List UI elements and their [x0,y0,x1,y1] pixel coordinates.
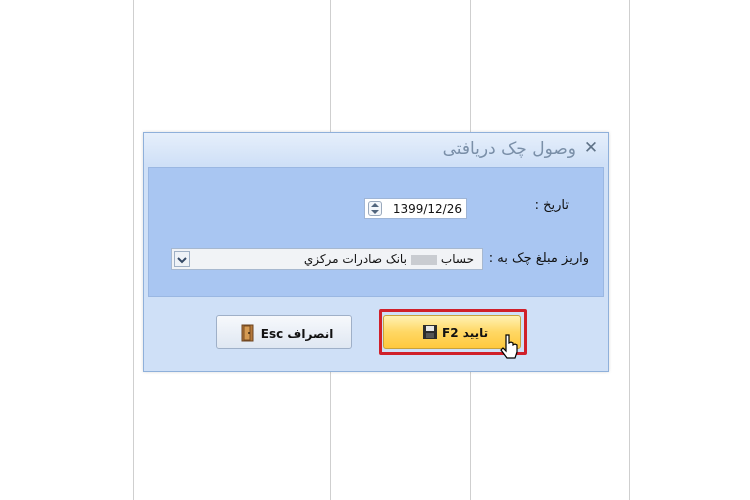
background-gridline [133,0,134,500]
calendar-spin-icon[interactable] [368,201,382,216]
deposit-value-prefix: حساب [440,252,474,266]
deposit-label: واریز مبلغ چک به : [488,251,589,266]
deposit-account-select[interactable]: حساب بانک صادرات مرکزي [171,248,483,270]
cancel-button-label: انصراف Esc [260,327,334,341]
deposit-account-value: حساب بانک صادرات مرکزي [304,252,474,266]
cancel-button[interactable]: انصراف Esc [216,315,352,349]
date-field[interactable]: 1399/12/26 [364,198,467,219]
date-label: تاریخ : [534,198,569,213]
mouse-cursor-icon [498,333,522,369]
dialog-footer: انصراف Esc تاييد F2 [144,299,608,371]
background-gridline [629,0,630,500]
dropdown-arrow-icon[interactable] [174,251,190,267]
close-icon[interactable]: ✕ [582,138,600,158]
dialog-titlebar: وصول چک دریافتی ✕ [144,133,608,165]
dialog-title: وصول چک دریافتی [442,139,576,159]
receive-check-dialog: وصول چک دریافتی ✕ تاریخ : 1399/12/26 وار… [143,132,609,372]
date-value: 1399/12/26 [392,202,462,216]
exit-door-icon [241,324,257,345]
cancel-button-content: انصراف Esc [217,324,351,345]
dialog-form-panel: تاریخ : 1399/12/26 واریز مبلغ چک به : حس… [148,167,604,297]
deposit-value-suffix: بانک صادرات مرکزي [303,252,407,266]
masked-account-number [410,254,437,265]
